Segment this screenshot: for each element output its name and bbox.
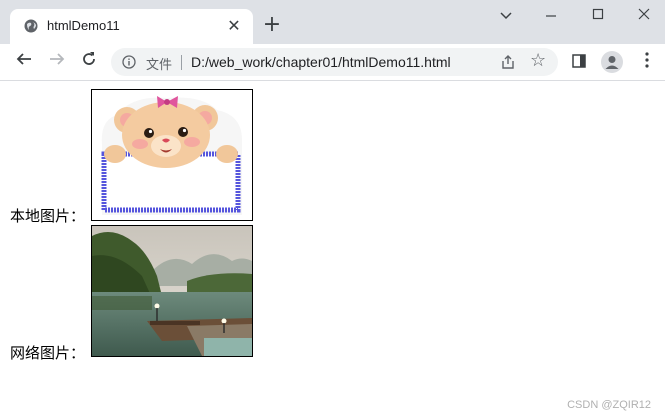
side-panel-icon[interactable] <box>572 54 586 68</box>
tab-close-icon[interactable]: ✕ <box>225 17 243 35</box>
tab-active[interactable]: htmlDemo11 ✕ <box>10 9 253 44</box>
profile-avatar-icon[interactable] <box>601 51 623 73</box>
tab-bar: htmlDemo11 ✕ + <box>0 0 665 44</box>
toolbar: 文件 D:/web_work/chapter01/htmlDemo11.html… <box>0 44 665 81</box>
close-window-icon[interactable] <box>631 6 657 26</box>
bookmark-star-icon[interactable]: ☆ <box>530 50 546 71</box>
tab-title: htmlDemo11 <box>47 18 120 33</box>
forward-arrow-icon[interactable] <box>46 51 68 73</box>
page-content: 本地图片： 网络图片： CSDN @ZQIR12 <box>0 81 665 419</box>
back-arrow-icon[interactable] <box>13 51 35 73</box>
reload-icon[interactable] <box>78 51 100 73</box>
address-divider <box>181 55 182 70</box>
info-icon[interactable] <box>122 55 136 69</box>
url-text[interactable]: D:/web_work/chapter01/htmlDemo11.html <box>191 54 451 70</box>
file-scheme-label: 文件 <box>146 58 173 73</box>
web-landscape-image <box>91 225 253 357</box>
minimize-icon[interactable] <box>538 6 564 26</box>
watermark: CSDN @ZQIR12 <box>567 399 651 411</box>
maximize-icon[interactable] <box>585 6 611 26</box>
tab-search-chevron-icon[interactable] <box>493 6 519 26</box>
web-image-label: 网络图片： <box>10 344 86 362</box>
address-bar[interactable]: 文件 D:/web_work/chapter01/htmlDemo11.html… <box>111 48 558 76</box>
new-tab-icon[interactable]: + <box>262 14 282 36</box>
share-icon[interactable] <box>499 53 517 71</box>
local-bear-image <box>91 89 253 221</box>
local-image-label: 本地图片： <box>10 207 86 225</box>
kebab-menu-icon[interactable] <box>637 52 657 72</box>
globe-icon <box>24 19 38 33</box>
